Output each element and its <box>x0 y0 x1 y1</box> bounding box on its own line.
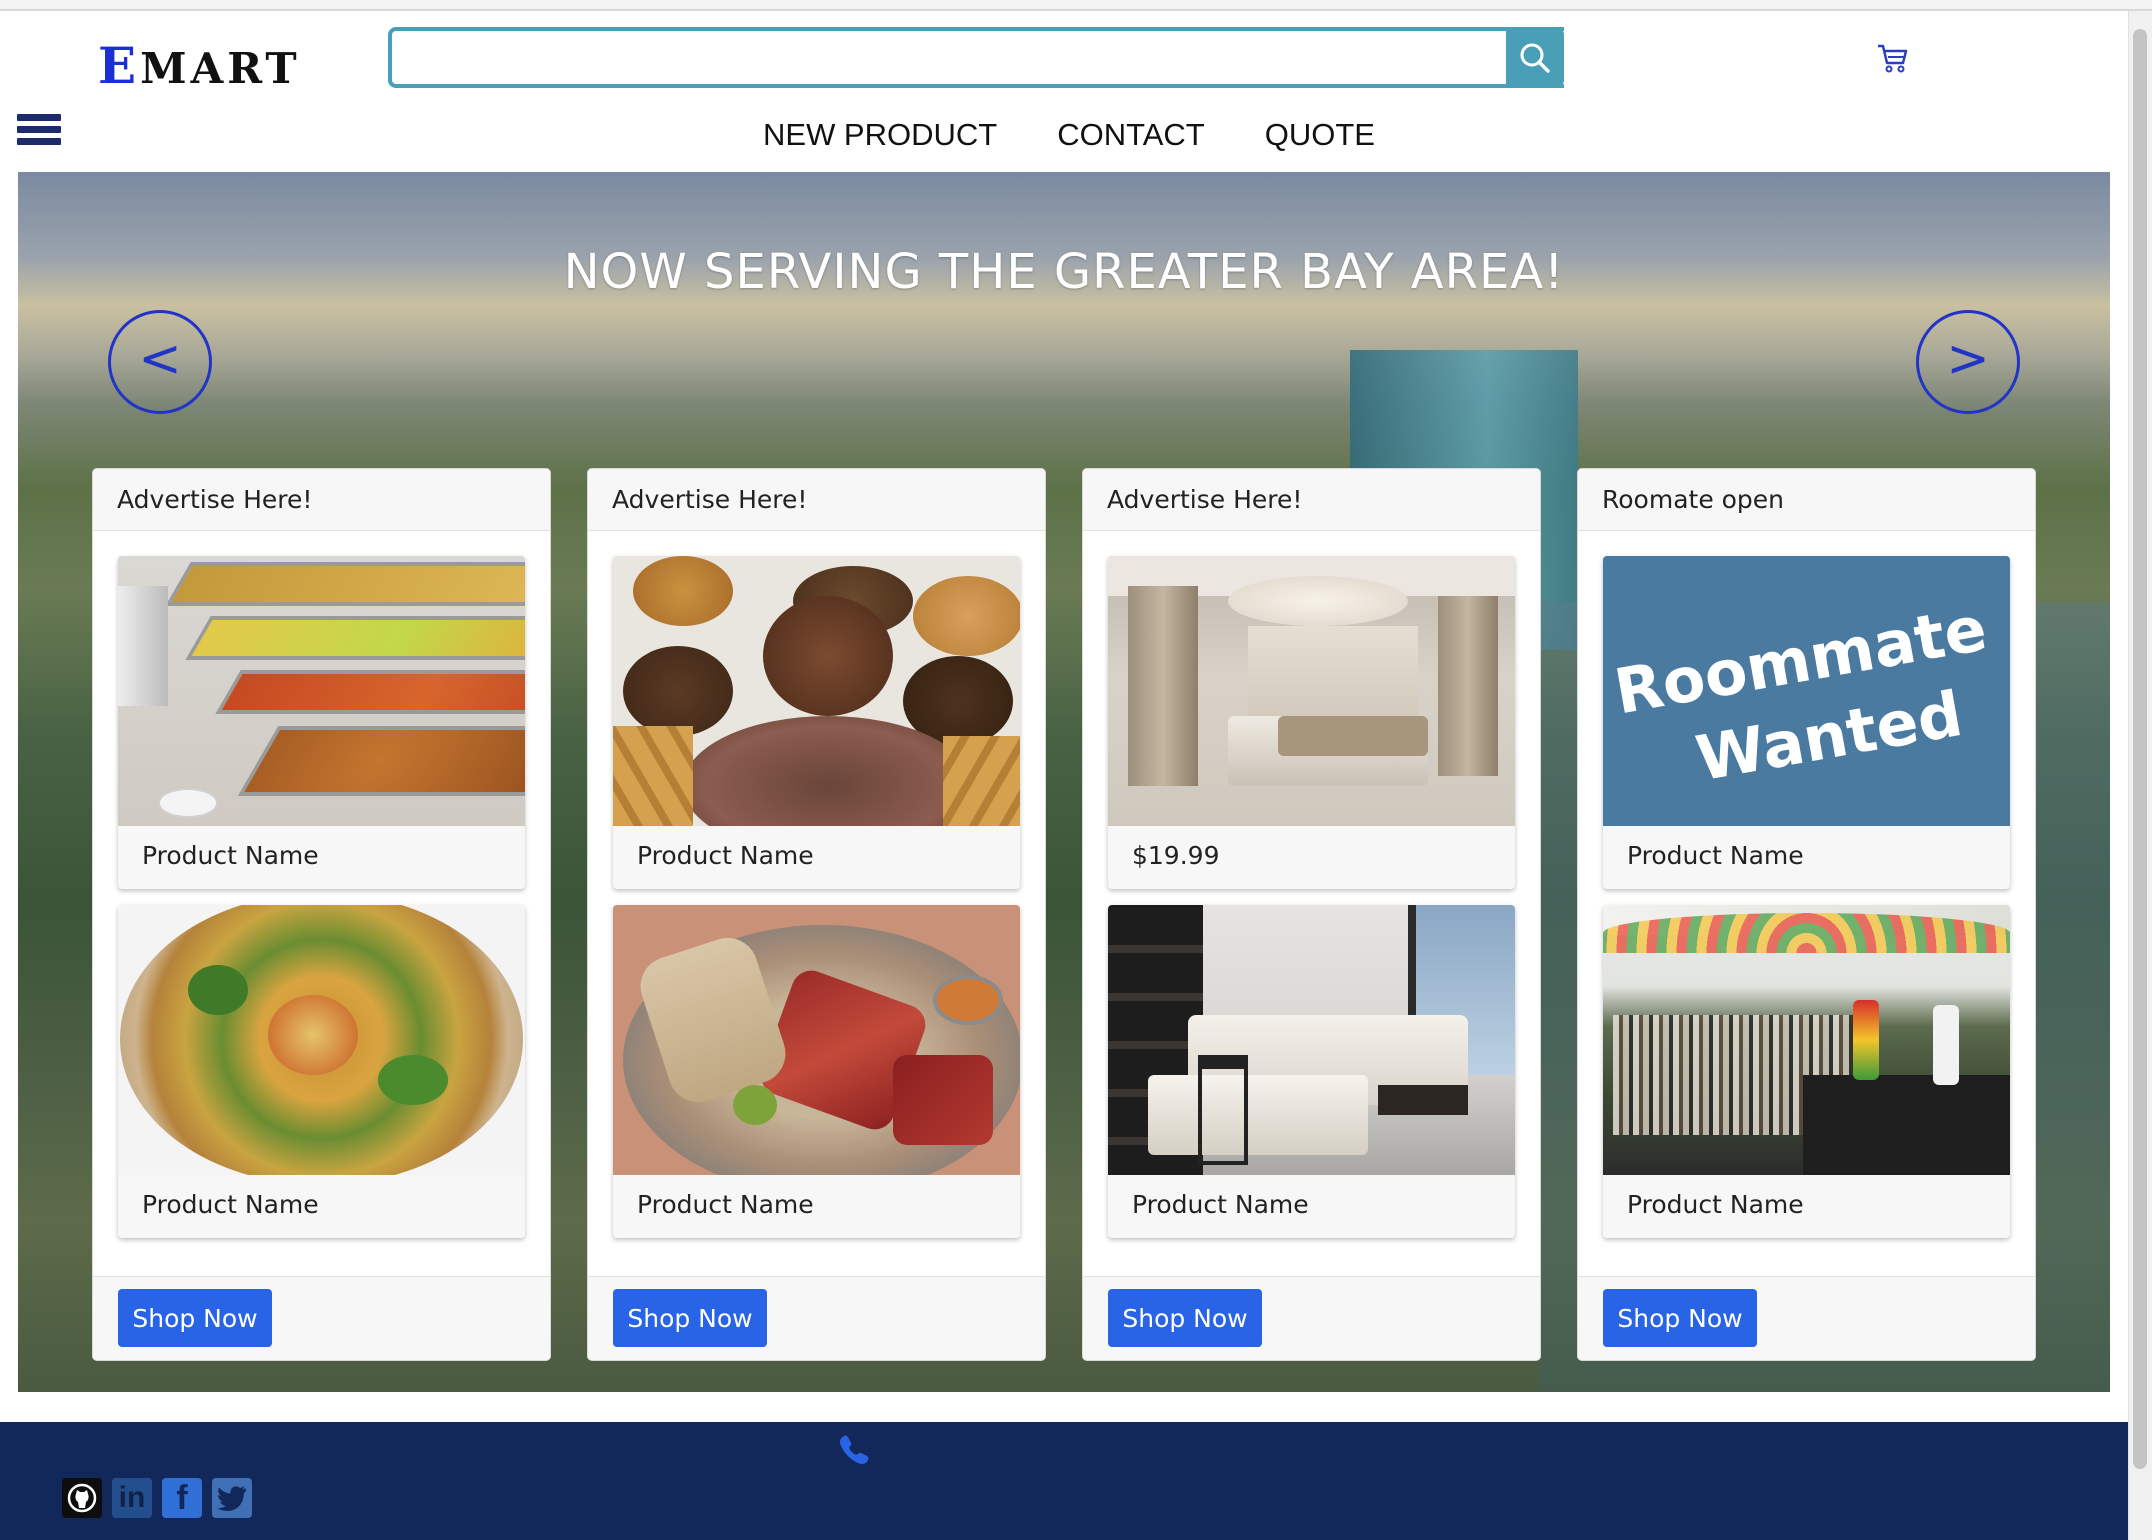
phone-icon <box>840 1435 869 1464</box>
shop-now-button[interactable]: Shop Now <box>1603 1289 1757 1347</box>
facebook-icon[interactable]: f <box>162 1478 202 1518</box>
product-tile[interactable]: Product Name <box>118 905 525 1238</box>
product-name: Product Name <box>1132 1190 1309 1219</box>
logo-text: MART <box>140 44 301 93</box>
product-image-roommate-wanted: Roommate Wanted <box>1603 556 2010 826</box>
shop-now-button[interactable]: Shop Now <box>613 1289 767 1347</box>
product-name: Product Name <box>637 841 814 870</box>
search-bar <box>388 27 1564 88</box>
product-name: Product Name <box>1627 1190 1804 1219</box>
main-nav: NEW PRODUCT CONTACT QUOTE <box>0 117 2128 153</box>
roommate-sign-graphic: Roommate Wanted <box>1609 591 1992 795</box>
product-price: $19.99 <box>1132 841 1220 870</box>
search-button[interactable] <box>1506 27 1564 88</box>
product-tile[interactable]: Product Name <box>613 556 1020 889</box>
search-icon <box>1520 43 1550 73</box>
twitter-icon[interactable] <box>212 1478 252 1518</box>
product-image-buffet <box>118 556 525 826</box>
facebook-glyph: f <box>176 1478 188 1517</box>
product-tile[interactable]: Product Name <box>613 905 1020 1238</box>
product-tile[interactable]: Product Name <box>1108 905 1515 1238</box>
browser-top-edge <box>0 0 2152 11</box>
ad-card: Roomate open Roommate Wanted Product Nam… <box>1577 468 2036 1361</box>
product-name: Product Name <box>142 1190 319 1219</box>
site-logo[interactable]: EMART <box>98 36 301 95</box>
github-glyph <box>67 1483 97 1513</box>
card-title: Advertise Here! <box>93 469 550 531</box>
product-tile[interactable]: Product Name <box>118 556 525 889</box>
card-footer: Shop Now <box>93 1276 550 1360</box>
product-image-living-room <box>1108 905 1515 1175</box>
scrollbar-thumb[interactable] <box>2133 29 2147 1469</box>
ad-card: Advertise Here! Product Name Product Nam… <box>92 468 551 1361</box>
nav-contact[interactable]: CONTACT <box>1057 117 1205 153</box>
card-footer: Shop Now <box>1578 1276 2035 1360</box>
product-image-bedroom <box>1108 556 1515 826</box>
product-tile[interactable]: Roommate Wanted Product Name <box>1603 556 2010 889</box>
card-footer: Shop Now <box>588 1276 1045 1360</box>
shop-now-button[interactable]: Shop Now <box>1108 1289 1262 1347</box>
ad-card: Advertise Here! Product Name Product Nam… <box>587 468 1046 1361</box>
shop-now-button[interactable]: Shop Now <box>118 1289 272 1347</box>
cart-button[interactable] <box>1876 42 1910 74</box>
product-image-meat-platter <box>613 905 1020 1175</box>
product-image-festival <box>1603 905 2010 1175</box>
chevron-right-icon: > <box>1946 329 1990 389</box>
nav-quote[interactable]: QUOTE <box>1265 117 1375 153</box>
phone-link[interactable] <box>836 1432 872 1472</box>
product-name: Product Name <box>637 1190 814 1219</box>
chevron-left-icon: < <box>138 329 182 389</box>
product-image-injera-platter <box>118 905 525 1175</box>
linkedin-icon[interactable]: in <box>112 1478 152 1518</box>
search-input[interactable] <box>392 31 1564 84</box>
card-title: Roomate open <box>1578 469 2035 531</box>
carousel-next-button[interactable]: > <box>1916 310 2020 414</box>
carousel-prev-button[interactable]: < <box>108 310 212 414</box>
product-name: Product Name <box>1627 841 1804 870</box>
product-image-snack-spread <box>613 556 1020 826</box>
page-scrollbar[interactable] <box>2128 11 2152 1540</box>
product-tile[interactable]: Product Name <box>1603 905 2010 1238</box>
card-footer: Shop Now <box>1083 1276 1540 1360</box>
social-links: in f <box>62 1478 252 1518</box>
product-name: Product Name <box>142 841 319 870</box>
twitter-glyph <box>217 1486 246 1511</box>
ad-card: Advertise Here! $19.99 Product Name Shop… <box>1082 468 1541 1361</box>
linkedin-glyph: in <box>118 1481 146 1514</box>
product-tile[interactable]: $19.99 <box>1108 556 1515 889</box>
logo-initial: E <box>98 36 141 95</box>
card-title: Advertise Here! <box>588 469 1045 531</box>
site-footer: in f <box>0 1422 2128 1540</box>
nav-new-product[interactable]: NEW PRODUCT <box>763 117 997 153</box>
hero-title: NOW SERVING THE GREATER BAY AREA! <box>563 244 1565 300</box>
card-title: Advertise Here! <box>1083 469 1540 531</box>
github-icon[interactable] <box>62 1478 102 1518</box>
hero-carousel: NOW SERVING THE GREATER BAY AREA! < > Ad… <box>18 172 2110 1392</box>
cart-icon <box>1878 44 1908 73</box>
